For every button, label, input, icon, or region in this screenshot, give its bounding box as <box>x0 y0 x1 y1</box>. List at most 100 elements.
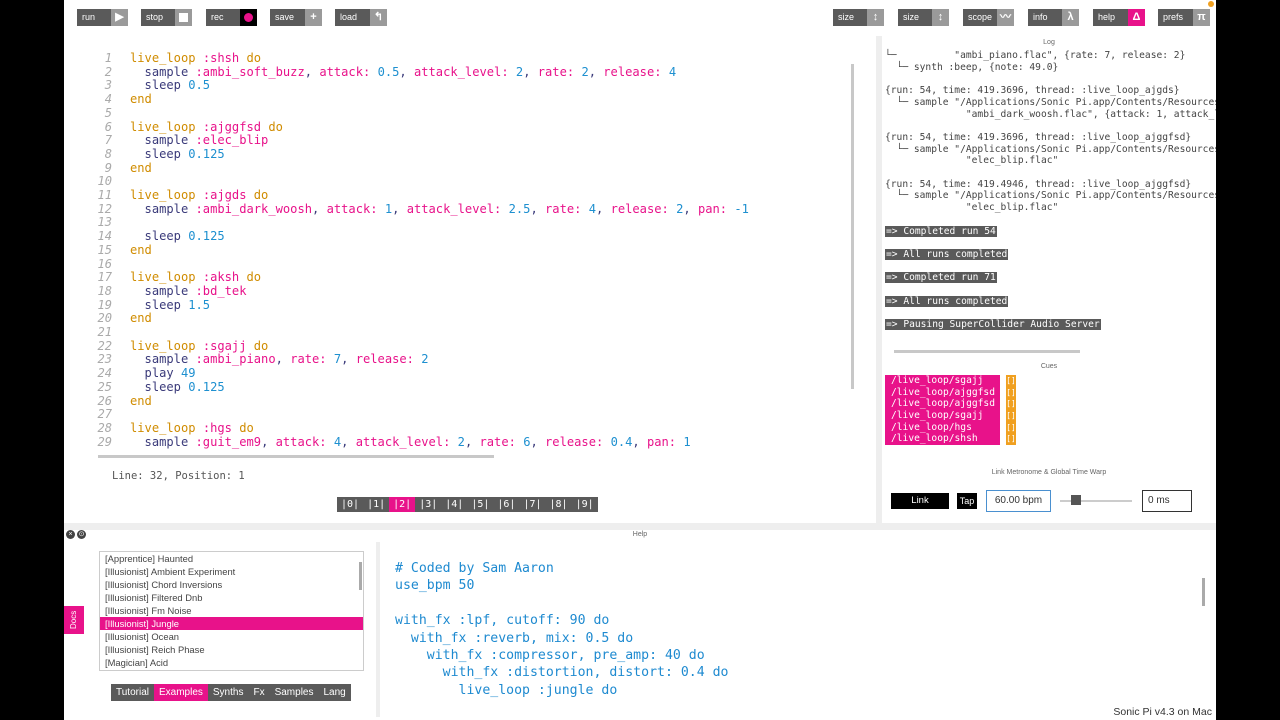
bpm-input[interactable]: 60.00 bpm <box>986 490 1051 512</box>
example-list-item[interactable]: [Illusionist] Reich Phase <box>100 643 363 656</box>
save-button[interactable]: save + <box>270 9 322 26</box>
example-list-item[interactable]: [Illusionist] Jungle <box>100 617 363 630</box>
code-line[interactable]: 29 sample :guit_em9, attack: 4, attack_l… <box>94 434 749 450</box>
code-line[interactable]: 16 <box>94 256 749 272</box>
version-label: Sonic Pi v4.3 on Mac <box>1113 706 1212 718</box>
example-code: # Coded by Sam Aaron use_bpm 50 with_fx :… <box>395 560 728 699</box>
run-button[interactable]: run ▶ <box>77 9 128 26</box>
code-line[interactable]: 23 sample :ambi_piano, rate: 7, release:… <box>94 353 749 367</box>
code-token: , <box>312 201 327 216</box>
code-line[interactable]: 3 sleep 0.5 <box>94 79 749 93</box>
editor-vertical-scrollbar[interactable] <box>851 64 854 389</box>
code-text[interactable]: 1 live_loop :shsh do 2 sample :ambi_soft_b… <box>94 51 749 450</box>
code-line[interactable]: 24 play 49 <box>94 366 749 381</box>
code-token: 0.125 <box>188 146 225 161</box>
code-line[interactable]: 14 sleep 0.125 <box>94 229 749 244</box>
help-divider[interactable] <box>376 542 380 717</box>
help-splitter[interactable] <box>64 523 1216 530</box>
code-editor[interactable]: 1 live_loop :shsh do 2 sample :ambi_soft_b… <box>64 36 876 523</box>
code-token: attack: <box>275 434 334 449</box>
help-tab-lang[interactable]: Lang <box>318 684 350 701</box>
code-line[interactable]: 1 live_loop :shsh do <box>94 51 749 66</box>
buffer-tab-5[interactable]: |5| <box>467 497 493 512</box>
prefs-button[interactable]: prefs π <box>1158 9 1210 26</box>
help-tab-examples[interactable]: Examples <box>153 684 208 701</box>
code-token: release: <box>603 64 669 79</box>
help-tab-fx[interactable]: Fx <box>248 684 269 701</box>
code-line[interactable]: 22 live_loop :sgajj do <box>94 339 749 354</box>
buffer-tab-7[interactable]: |7| <box>519 497 545 512</box>
code-line[interactable]: 27 <box>94 408 749 422</box>
code-line[interactable]: 28 live_loop :hgs do <box>94 421 749 436</box>
line-number: 16 <box>97 256 112 271</box>
log-line: => Pausing SuperCollider Audio Server <box>885 319 1216 331</box>
log-line: {run: 54, time: 419.3696, thread: :live_… <box>885 85 1180 97</box>
code-line[interactable]: 21 <box>94 325 749 340</box>
code-line[interactable]: 12 sample :ambi_dark_woosh, attack: 1, a… <box>94 201 748 217</box>
tap-button[interactable]: Tap <box>957 493 977 509</box>
examples-scrollbar[interactable] <box>359 562 362 590</box>
code-line[interactable]: 11 live_loop :ajgds do <box>94 188 749 203</box>
code-token: :ambi_soft_buzz <box>195 64 305 79</box>
example-list-item[interactable]: [Illusionist] Fm Noise <box>100 604 363 617</box>
code-line[interactable]: 5 <box>94 106 749 121</box>
cue-path: /live_loop/ajggfsd <box>885 386 1000 399</box>
code-line[interactable]: 7 sample :elec_blip <box>94 133 749 148</box>
example-code-line: live_loop :jungle do <box>395 682 618 698</box>
buffer-tab-0[interactable]: |0| <box>337 497 363 512</box>
buffer-tab-6[interactable]: |6| <box>493 497 519 512</box>
code-line[interactable]: 2 sample :ambi_soft_buzz, attack: 0.5, a… <box>94 64 749 80</box>
help-tab-samples[interactable]: Samples <box>270 684 319 701</box>
help-tab-synths[interactable]: Synths <box>208 684 249 701</box>
help-label: help <box>1093 9 1128 26</box>
editor-horizontal-scrollbar[interactable] <box>98 455 494 458</box>
code-line[interactable]: 20 end <box>94 312 749 326</box>
code-line[interactable]: 19 sleep 1.5 <box>94 297 749 313</box>
example-list-item[interactable]: [Illusionist] Ambient Experiment <box>100 565 363 578</box>
code-token: , <box>530 434 546 449</box>
size-up-button[interactable]: size ↕ <box>898 9 949 26</box>
buffer-tab-3[interactable]: |3| <box>415 497 441 512</box>
line-number: 4 <box>104 92 112 107</box>
docs-tab[interactable]: Docs <box>64 606 84 634</box>
examples-list[interactable]: [Apprentice] Haunted [Illusionist] Ambien… <box>99 551 364 671</box>
help-tab-tutorial[interactable]: Tutorial <box>111 684 154 701</box>
rec-button[interactable]: rec <box>206 9 257 26</box>
scope-button[interactable]: scope 〰 <box>963 9 1014 26</box>
example-list-item[interactable]: [Illusionist] Ocean <box>100 630 363 643</box>
link-button[interactable]: Link <box>891 493 949 509</box>
buffer-tab-1[interactable]: |1| <box>363 497 389 512</box>
cue-path: /live_loop/sgajj <box>885 375 1000 387</box>
example-list-item[interactable]: [Illusionist] Filtered Dnb <box>100 591 363 604</box>
stop-button[interactable]: stop <box>141 9 192 26</box>
example-list-item[interactable]: [Magician] Acid <box>100 656 363 669</box>
time-warp-input[interactable]: 0 ms <box>1142 490 1192 512</box>
help-button[interactable]: help Δ <box>1093 9 1145 26</box>
buffer-tab-9[interactable]: |9| <box>572 497 598 512</box>
code-line[interactable]: 18 sample :bd_tek <box>94 284 749 299</box>
code-line[interactable]: 17 live_loop :aksh do <box>94 270 749 285</box>
example-list-item[interactable]: [Apprentice] Haunted <box>100 552 363 565</box>
code-line[interactable]: 25 sleep 0.125 <box>94 380 749 395</box>
buffer-tab-8[interactable]: |8| <box>546 497 572 512</box>
code-line[interactable]: 15 end <box>94 243 749 258</box>
code-token: do <box>239 51 262 65</box>
size-down-button[interactable]: size ↕ <box>833 9 884 26</box>
code-line[interactable]: 6 live_loop :ajggfsd do <box>94 120 749 135</box>
code-line[interactable]: 10 <box>94 175 749 189</box>
load-button[interactable]: load ↰ <box>335 9 387 26</box>
code-line[interactable]: 4 end <box>94 92 749 107</box>
code-line[interactable]: 13 <box>94 216 749 230</box>
code-token: sleep <box>130 297 189 312</box>
buffer-tab-4[interactable]: |4| <box>441 497 467 512</box>
code-line[interactable]: 26 end <box>94 394 749 409</box>
help-scrollbar[interactable] <box>1202 578 1205 606</box>
code-line[interactable]: 9 end <box>94 161 749 176</box>
buffer-tab-2[interactable]: |2| <box>389 497 416 512</box>
log-horizontal-scrollbar[interactable] <box>894 350 1080 353</box>
time-warp-slider-handle[interactable] <box>1071 495 1081 505</box>
example-list-item[interactable]: [Illusionist] Chord Inversions <box>100 578 363 591</box>
info-button[interactable]: info λ <box>1028 9 1079 26</box>
code-line[interactable]: 8 sleep 0.125 <box>94 146 749 162</box>
